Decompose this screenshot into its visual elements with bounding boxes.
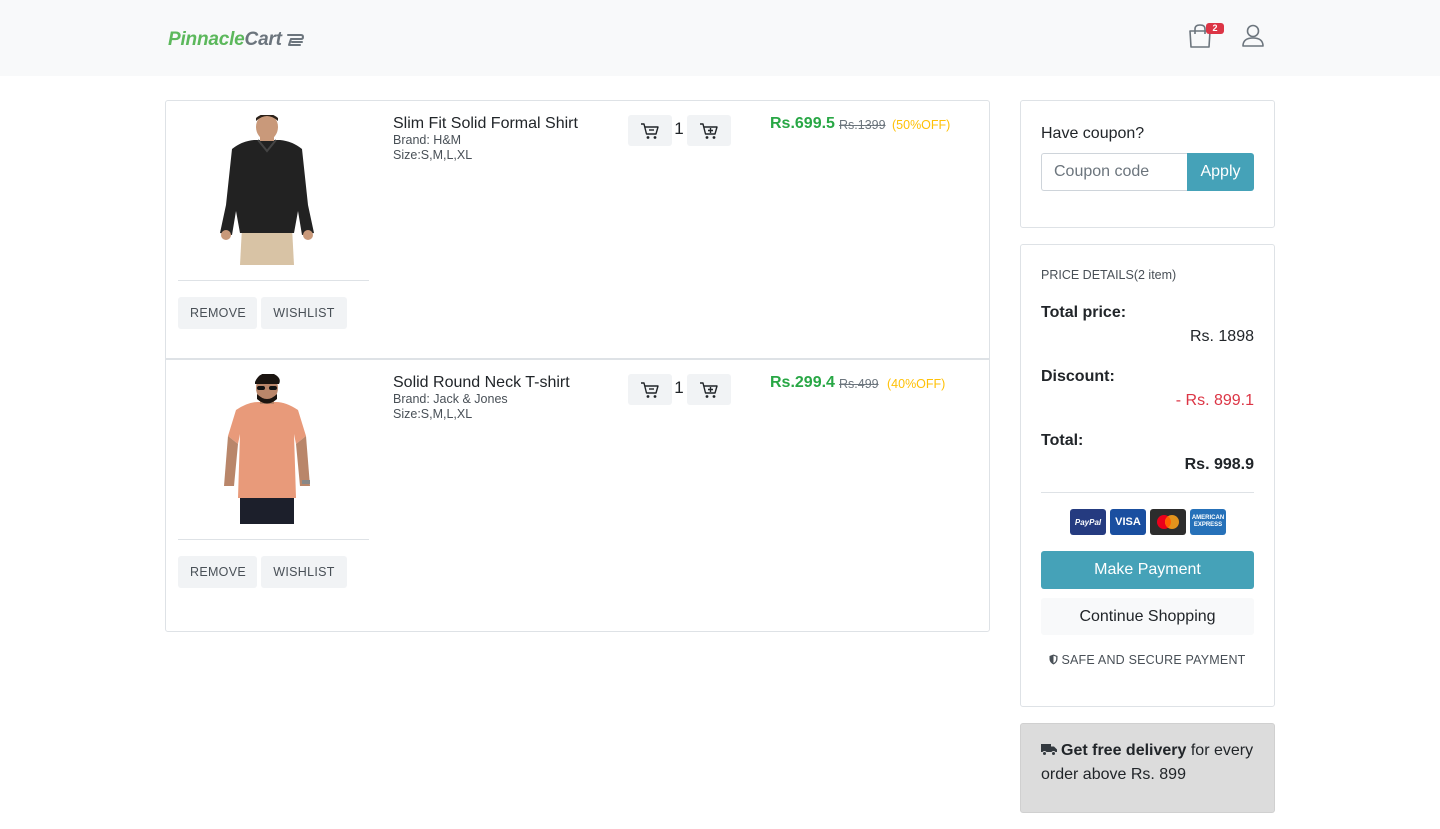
- truck-icon: [1041, 744, 1057, 756]
- cart-plus-icon: [700, 122, 718, 139]
- product-brand: Brand: H&M: [393, 133, 462, 147]
- divider: [178, 280, 369, 281]
- product-name[interactable]: Slim Fit Solid Formal Shirt: [393, 115, 578, 133]
- original-price: Rs.499: [839, 377, 879, 391]
- secure-payment-label: SAFE AND SECURE PAYMENT: [1061, 653, 1246, 667]
- current-price: Rs.299.4: [770, 374, 835, 391]
- product-brand: Brand: Jack & Jones: [393, 392, 508, 406]
- cart-plus-icon: [700, 381, 718, 398]
- payment-methods: PayPal VISA AMERICAN EXPRESS: [1070, 509, 1226, 535]
- quantity-value: 1: [674, 378, 684, 397]
- increase-quantity-button[interactable]: [687, 115, 731, 146]
- free-delivery-banner: Get free delivery for every order above …: [1020, 723, 1275, 813]
- make-payment-button[interactable]: Make Payment: [1041, 551, 1254, 589]
- user-profile-icon[interactable]: [1240, 22, 1266, 55]
- free-delivery-text: Get free delivery for every order above …: [1041, 739, 1261, 787]
- product-image-tshirt[interactable]: [178, 374, 356, 524]
- visa-icon: VISA: [1110, 509, 1146, 535]
- original-price: Rs.1399: [839, 118, 886, 132]
- continue-shopping-button[interactable]: Continue Shopping: [1041, 598, 1254, 635]
- price-details-title: PRICE DETAILS(2 item): [1041, 268, 1177, 282]
- grand-total-value: Rs. 998.9: [1184, 456, 1254, 473]
- remove-button[interactable]: REMOVE: [178, 556, 257, 588]
- remove-button[interactable]: REMOVE: [178, 297, 257, 329]
- logo-secondary-text: Cart: [244, 29, 282, 50]
- coupon-code-input[interactable]: [1041, 153, 1188, 191]
- logo-mark-icon: [286, 34, 304, 46]
- top-navbar: PinnacleCart 2: [0, 0, 1440, 76]
- amex-icon: AMERICAN EXPRESS: [1190, 509, 1226, 535]
- product-image-shirt[interactable]: [178, 115, 356, 265]
- mastercard-icon: [1150, 509, 1186, 535]
- increase-quantity-button[interactable]: [687, 374, 731, 405]
- cart-count-badge: 2: [1206, 23, 1224, 34]
- discount-percent: (40%OFF): [887, 377, 946, 391]
- secure-payment-note: SAFE AND SECURE PAYMENT: [1021, 653, 1274, 667]
- shield-icon: [1049, 654, 1058, 665]
- cart-minus-icon: [641, 122, 659, 139]
- discount-percent: (50%OFF): [892, 118, 951, 132]
- price-details-card: PRICE DETAILS(2 item) Total price: Rs. 1…: [1020, 244, 1275, 707]
- divider: [1041, 492, 1254, 493]
- cart-item: REMOVE WISHLIST Solid Round Neck T-shirt…: [166, 358, 989, 615]
- logo-primary-text: Pinnacle: [168, 29, 245, 50]
- cart-minus-icon: [641, 381, 659, 398]
- decrease-quantity-button[interactable]: [628, 115, 672, 146]
- grand-total-label: Total:: [1041, 432, 1084, 449]
- discount-label: Discount:: [1041, 368, 1115, 385]
- coupon-card: Have coupon? Apply: [1020, 100, 1275, 228]
- product-sizes: Size:S,M,L,XL: [393, 148, 473, 162]
- coupon-title: Have coupon?: [1041, 125, 1145, 142]
- decrease-quantity-button[interactable]: [628, 374, 672, 405]
- cart-items-list: REMOVE WISHLIST Slim Fit Solid Formal Sh…: [165, 100, 990, 632]
- apply-coupon-button[interactable]: Apply: [1187, 153, 1254, 191]
- product-sizes: Size:S,M,L,XL: [393, 407, 473, 421]
- wishlist-button[interactable]: WISHLIST: [261, 297, 347, 329]
- product-name[interactable]: Solid Round Neck T-shirt: [393, 374, 570, 392]
- quantity-value: 1: [674, 119, 684, 138]
- brand-logo[interactable]: PinnacleCart: [168, 28, 304, 52]
- total-price-label: Total price:: [1041, 304, 1127, 321]
- total-price-value: Rs. 1898: [1189, 328, 1254, 345]
- current-price: Rs.699.5: [770, 115, 835, 132]
- wishlist-button[interactable]: WISHLIST: [261, 556, 347, 588]
- divider: [178, 539, 369, 540]
- discount-value: - Rs. 899.1: [1175, 392, 1254, 409]
- paypal-icon: PayPal: [1070, 509, 1106, 535]
- logo-text: PinnacleCart: [168, 29, 282, 51]
- free-delivery-bold: Get free delivery: [1061, 742, 1187, 759]
- cart-item: REMOVE WISHLIST Slim Fit Solid Formal Sh…: [166, 101, 989, 358]
